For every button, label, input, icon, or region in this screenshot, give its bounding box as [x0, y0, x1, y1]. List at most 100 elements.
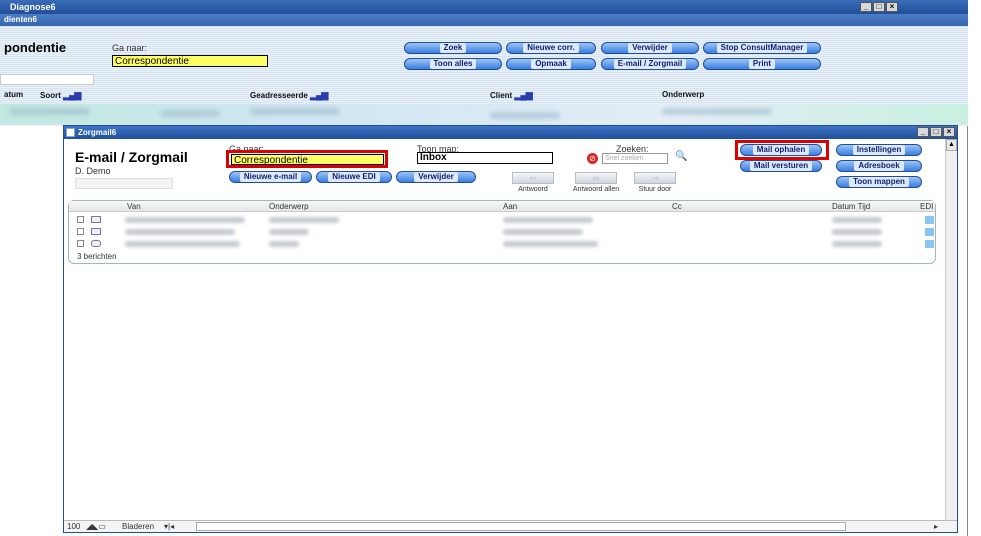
folder-select[interactable]: Inbox: [417, 152, 553, 164]
zorgmail-titlebar: Zorgmail6 _ □ ×: [64, 126, 957, 139]
col-client[interactable]: Client ▂▄▆: [490, 90, 533, 101]
addressbook-button[interactable]: Adresboek: [836, 160, 922, 172]
status-bar: 100 ◢◣▭ Bladeren ▾|◂ ▸: [64, 520, 957, 532]
zorgmail-title: Zorgmail6: [78, 128, 117, 137]
reply-all-icon: ⇚: [575, 172, 617, 184]
minimize-icon[interactable]: _: [917, 127, 929, 137]
browse-dropdown-icon[interactable]: ▾|◂: [164, 522, 174, 531]
blurred-row: [0, 104, 968, 124]
blurred-text: [269, 241, 299, 247]
show-folders-button[interactable]: Toon mappen: [836, 176, 922, 188]
verwijder-button[interactable]: Verwijder: [601, 42, 699, 54]
new-edi-button[interactable]: Nieuwe EDI: [316, 171, 392, 183]
blurred-text: [832, 217, 882, 223]
edi-indicator: [925, 240, 934, 248]
col-datum-tijd[interactable]: Datum Tijd: [832, 202, 870, 211]
blurred-text: [503, 241, 598, 247]
blurred-text: [269, 217, 339, 223]
outer-subtitle: dienten6: [4, 15, 37, 24]
envelope-icon: [91, 228, 101, 235]
sort-icon: ▂▄▆: [63, 90, 81, 100]
outer-titlebar: Diagnose6 _ □ ×: [0, 0, 968, 14]
stop-consultmanager-button[interactable]: Stop ConsultManager: [703, 42, 821, 54]
browse-label[interactable]: Bladeren: [122, 522, 154, 531]
goto-input[interactable]: Correspondentie: [112, 55, 268, 67]
message-count: 3 berichten: [77, 252, 117, 261]
page-title: pondentie: [4, 40, 67, 55]
search-input[interactable]: Snel zoeken: [602, 153, 668, 164]
blurred-text: [832, 241, 882, 247]
delete-button[interactable]: Verwijder: [396, 171, 476, 183]
blurred-text: [125, 229, 235, 235]
row-checkbox[interactable]: [77, 216, 84, 223]
toon-alles-button[interactable]: Toon alles: [404, 58, 502, 70]
close-icon[interactable]: ×: [886, 2, 898, 12]
scroll-up-icon[interactable]: ▲: [946, 139, 957, 151]
forward-icon: ⇒: [634, 172, 676, 184]
outer-subbar: dienten6: [0, 14, 968, 26]
col-onderwerp[interactable]: Onderwerp: [269, 202, 309, 211]
opmaak-button[interactable]: Opmaak: [506, 58, 596, 70]
close-icon[interactable]: ×: [943, 127, 955, 137]
blurred-text: [269, 229, 309, 235]
blurred-text: [160, 110, 220, 117]
col-van[interactable]: Van: [127, 202, 141, 211]
outer-window: Diagnose6 _ □ × dienten6 pondentie Ga na…: [0, 0, 968, 536]
new-email-button[interactable]: Nieuwe e-mail: [229, 171, 312, 183]
highlight-box: [735, 140, 829, 160]
col-cc[interactable]: Cc: [672, 202, 682, 211]
nieuwe-corr-button[interactable]: Nieuwe corr.: [506, 42, 596, 54]
blurred-text: [250, 108, 340, 115]
send-mail-button[interactable]: Mail versturen: [740, 160, 822, 172]
attachment-envelope-icon: [91, 240, 101, 247]
outer-title: Diagnose6: [10, 2, 56, 12]
blurred-text: [10, 108, 90, 115]
minimize-icon[interactable]: _: [860, 2, 872, 12]
goto-label: Ga naar:: [112, 43, 148, 53]
settings-button[interactable]: Instellingen: [836, 144, 922, 156]
col-aan[interactable]: Aan: [503, 202, 517, 211]
reply-icon: ⇐: [512, 172, 554, 184]
user-field: [75, 178, 173, 189]
scroll-right-icon[interactable]: ▸: [934, 522, 938, 531]
forward-button[interactable]: ⇒ Stuur door: [631, 172, 679, 193]
outer-search-field[interactable]: [0, 74, 94, 85]
col-datum[interactable]: atum: [4, 90, 23, 99]
zorgmail-heading: E-mail / Zorgmail: [75, 149, 188, 165]
zorgmail-window-controls: _ □ ×: [917, 127, 955, 137]
clear-search-icon[interactable]: ⊘: [587, 153, 598, 164]
edi-indicator: [925, 216, 934, 224]
blurred-text: [125, 217, 245, 223]
reply-all-button[interactable]: ⇚ Antwoord allen: [569, 172, 623, 193]
col-onderwerp[interactable]: Onderwerp: [662, 90, 704, 99]
blurred-text: [503, 217, 593, 223]
message-list-header: Van Onderwerp Aan Cc Datum Tijd EDI: [69, 201, 935, 212]
horizontal-scrollbar[interactable]: [196, 522, 846, 531]
zorgmail-window: Zorgmail6 _ □ × E-mail / Zorgmail D. Dem…: [63, 125, 958, 533]
col-edi[interactable]: EDI: [920, 202, 933, 211]
outer-window-controls: _ □ ×: [860, 2, 898, 12]
table-row[interactable]: [69, 226, 935, 237]
sort-icon: ▂▄▆: [514, 90, 532, 100]
maximize-icon[interactable]: □: [873, 2, 885, 12]
row-checkbox[interactable]: [77, 240, 84, 247]
row-checkbox[interactable]: [77, 228, 84, 235]
page-nav-icon[interactable]: ◢◣▭: [86, 522, 106, 531]
app-icon: [66, 128, 75, 137]
table-row[interactable]: [69, 238, 935, 249]
reply-button[interactable]: ⇐ Antwoord: [509, 172, 557, 193]
maximize-icon[interactable]: □: [930, 127, 942, 137]
col-soort[interactable]: Soort ▂▄▆: [40, 90, 81, 101]
col-geadresseerde[interactable]: Geadresseerde ▂▄▆: [250, 90, 328, 101]
vertical-scrollbar[interactable]: ▲: [945, 139, 957, 532]
message-list: Van Onderwerp Aan Cc Datum Tijd EDI 3 be…: [68, 200, 936, 264]
table-row[interactable]: [69, 214, 935, 225]
email-zorgmail-button[interactable]: E-mail / Zorgmail: [601, 58, 699, 70]
zoom-level[interactable]: 100: [67, 522, 80, 531]
sort-icon: ▂▄▆: [310, 90, 328, 100]
search-icon[interactable]: 🔍: [675, 151, 687, 162]
zorgmail-toolbar: E-mail / Zorgmail D. Demo Ga naar: Corre…: [64, 139, 957, 203]
blurred-text: [503, 229, 583, 235]
zoek-button[interactable]: Zoek: [404, 42, 502, 54]
print-button[interactable]: Print: [703, 58, 821, 70]
